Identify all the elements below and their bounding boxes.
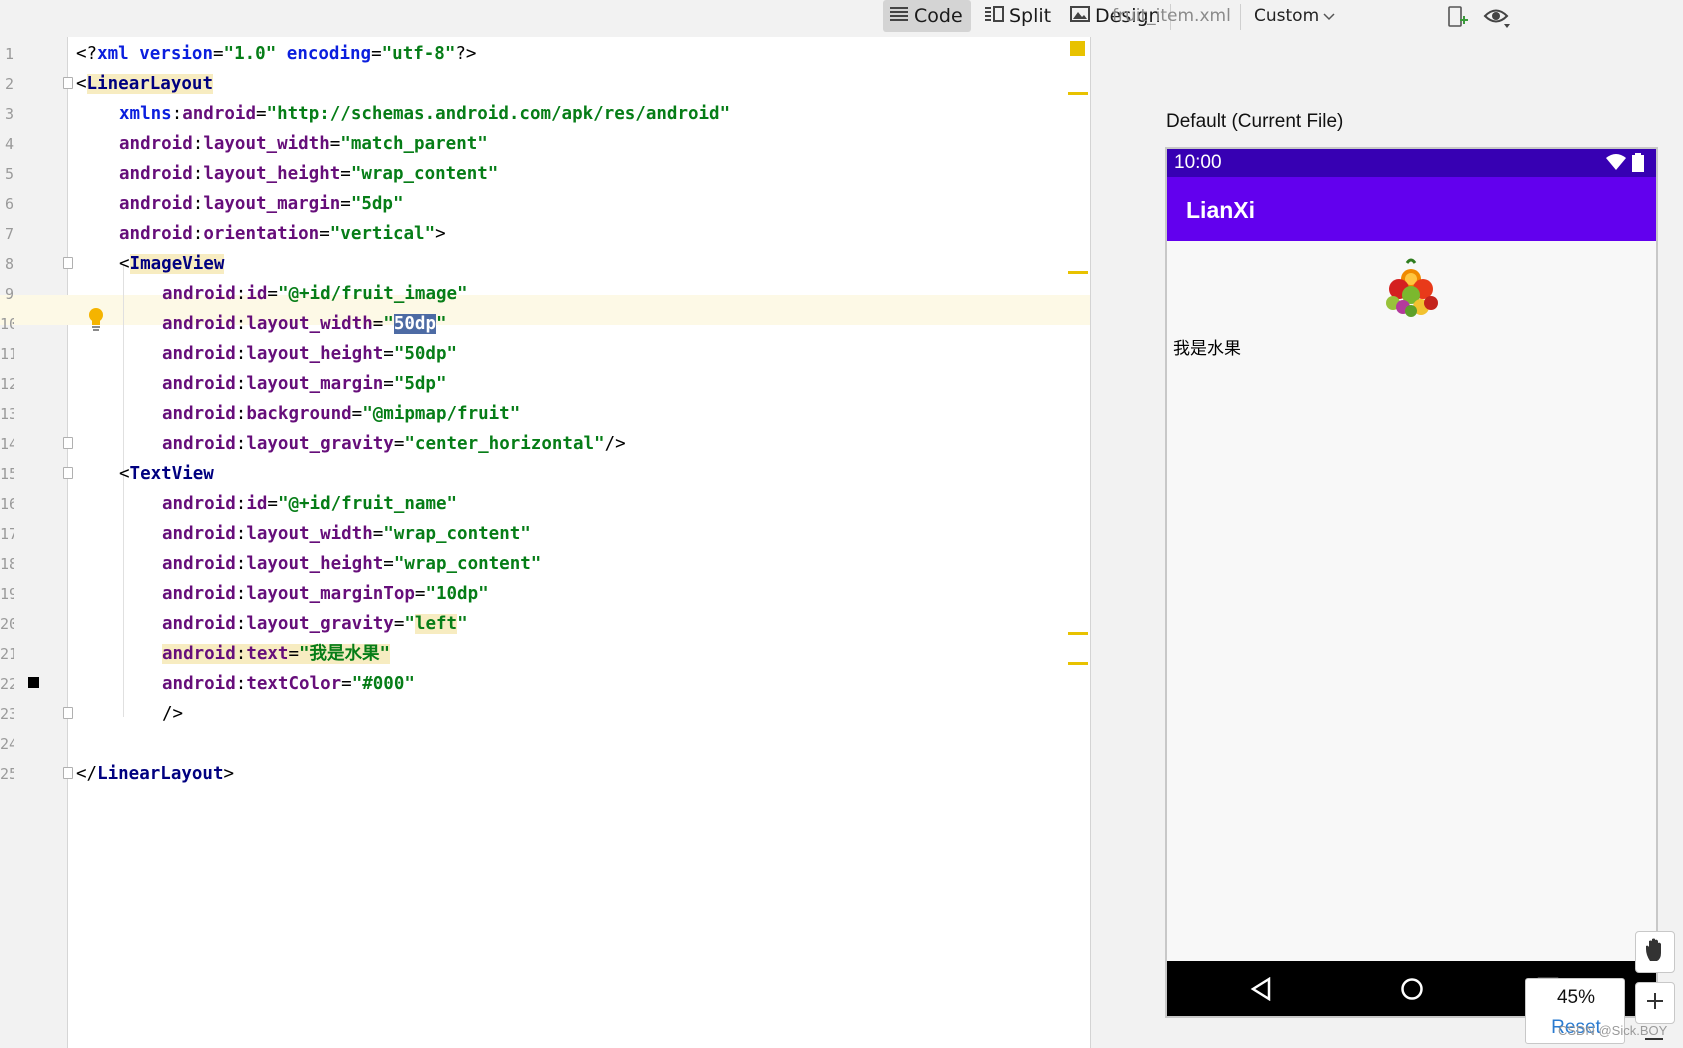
home-icon[interactable] [1400, 977, 1424, 1006]
code-line: <ImageView [119, 254, 225, 274]
analysis-status-icon[interactable] [1070, 41, 1085, 56]
code-line: android:id="@+id/fruit_image" [162, 284, 468, 304]
code-line: <TextView [119, 464, 214, 484]
line-number: 7 [4, 225, 14, 243]
code-line: /> [162, 704, 184, 724]
line-number: 5 [4, 165, 14, 183]
lightbulb-icon[interactable] [87, 307, 105, 331]
line-number: 19 [0, 585, 14, 603]
line-number: 18 [0, 555, 14, 573]
split-view-icon [984, 5, 1004, 27]
fold-marker[interactable] [63, 77, 73, 89]
line-number: 23 [0, 705, 14, 723]
toolbar-divider [1240, 4, 1241, 30]
indent-guide [123, 265, 124, 717]
device-preview[interactable]: 10:00 LianXi 我是水果 [1165, 147, 1658, 1018]
line-number: 17 [0, 525, 14, 543]
code-line: xmlns:android="http://schemas.android.co… [119, 104, 731, 124]
plus-icon [1646, 992, 1664, 1015]
watermark: CSDN @Sick.BOY [1558, 1023, 1668, 1038]
hand-icon [1643, 937, 1667, 968]
code-line: android:orientation="vertical"> [119, 224, 446, 244]
code-editor[interactable]: 1 2 3 4 5 6 7 8 9 10 11 12 13 14 15 16 1… [0, 37, 1090, 1048]
code-line: android:id="@+id/fruit_name" [162, 494, 458, 514]
code-line: android:layout_width="match_parent" [119, 134, 488, 154]
line-number: 16 [0, 495, 14, 513]
eye-icon[interactable] [1483, 7, 1511, 34]
error-stripe-marker[interactable] [1068, 662, 1088, 665]
code-line: android:textColor="#000" [162, 674, 415, 694]
layout-file-selector[interactable]: fruit_item.xml [1112, 6, 1231, 26]
line-number: 20 [0, 615, 14, 633]
line-number: 11 [0, 345, 14, 363]
fold-marker[interactable] [63, 767, 73, 779]
zoom-level: 45% [1556, 987, 1596, 1008]
device-config-dropdown[interactable]: Custom [1254, 6, 1335, 26]
code-line-current: android:layout_width="50dp" [162, 314, 447, 334]
text-selection: 50dp [393, 314, 436, 334]
line-number: 8 [4, 255, 14, 273]
code-line: android:layout_height="wrap_content" [162, 554, 542, 574]
wifi-icon [1605, 153, 1627, 176]
error-stripe-marker[interactable] [1068, 271, 1088, 274]
code-line: android:background="@mipmap/fruit" [162, 404, 521, 424]
image-icon [1070, 5, 1090, 27]
code-line: android:layout_gravity="left" [162, 614, 468, 634]
line-number: 2 [4, 75, 14, 93]
line-number: 22 [0, 675, 14, 693]
code-line: <LinearLayout [76, 74, 213, 94]
line-number: 12 [0, 375, 14, 393]
bookmark-icon[interactable] [28, 677, 39, 688]
fold-marker[interactable] [63, 467, 73, 479]
code-line: android:layout_width="wrap_content" [162, 524, 531, 544]
line-number: 21 [0, 645, 14, 663]
error-stripe-marker[interactable] [1068, 92, 1088, 95]
line-number: 1 [4, 45, 14, 63]
fold-marker[interactable] [63, 437, 73, 449]
status-bar: 10:00 [1167, 149, 1656, 177]
line-number: 24 [0, 735, 14, 753]
error-stripe-marker[interactable] [1068, 632, 1088, 635]
line-number: 25 [0, 765, 14, 783]
app-bar: LianXi [1167, 177, 1656, 241]
code-line: android:text="我是水果" [162, 644, 391, 664]
device-config-label: Custom [1254, 6, 1320, 26]
code-line: </LinearLayout> [76, 764, 235, 784]
battery-icon [1632, 153, 1644, 178]
line-number: 10 [0, 315, 14, 333]
line-number: 14 [0, 435, 14, 453]
app-title: LianXi [1186, 197, 1256, 223]
line-number: 4 [4, 135, 14, 153]
code-line: android:layout_gravity="center_horizonta… [162, 434, 626, 454]
line-number: 6 [4, 195, 14, 213]
line-number: 13 [0, 405, 14, 423]
split-view-label: Split [1009, 5, 1052, 27]
fruit-image [1381, 257, 1441, 317]
code-line: android:layout_marginTop="10dp" [162, 584, 489, 604]
code-view-button[interactable]: Code [883, 0, 971, 32]
code-line: android:layout_height="50dp" [162, 344, 458, 364]
zoom-in-button[interactable] [1635, 982, 1675, 1024]
code-view-label: Code [914, 5, 963, 27]
back-icon[interactable] [1250, 976, 1272, 1006]
pan-button[interactable] [1635, 931, 1675, 973]
line-number: 9 [4, 285, 14, 303]
editor-toolbar: Code Split Design fruit_item.xml Custom [0, 0, 1683, 38]
preview-label: Default (Current File) [1166, 111, 1344, 132]
fruit-name-text: 我是水果 [1173, 339, 1241, 359]
fold-marker[interactable] [63, 707, 73, 719]
code-line: android:layout_margin="5dp" [162, 374, 447, 394]
add-device-icon[interactable] [1447, 5, 1469, 34]
chevron-down-icon [1323, 6, 1335, 26]
status-time: 10:00 [1174, 152, 1222, 173]
code-line: android:layout_height="wrap_content" [119, 164, 499, 184]
zoom-out-icon[interactable] [1645, 1038, 1663, 1040]
code-line: android:layout_margin="5dp" [119, 194, 404, 214]
code-line: <?xml version="1.0" encoding="utf-8"?> [76, 44, 477, 64]
code-view-icon [889, 5, 909, 27]
line-number: 15 [0, 465, 14, 483]
split-view-button[interactable]: Split [978, 0, 1060, 32]
fold-marker[interactable] [63, 257, 73, 269]
line-number: 3 [4, 105, 14, 123]
